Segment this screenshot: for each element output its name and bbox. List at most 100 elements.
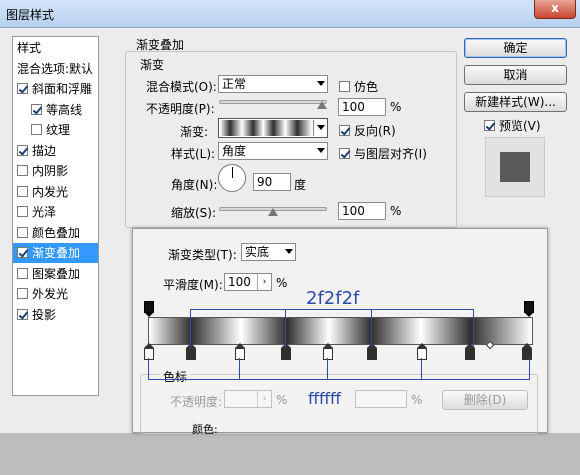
sidebar-item-label: 内阴影 <box>32 164 69 178</box>
scale-input[interactable]: 100 <box>338 202 386 220</box>
location-input[interactable] <box>355 390 407 408</box>
scale-slider-thumb[interactable] <box>268 208 278 216</box>
color-label: 颜色: <box>192 423 218 436</box>
sidebar-item-label: 光泽 <box>32 205 57 219</box>
stop-opacity-unit: % <box>276 393 288 407</box>
sidebar-item-label: 图案叠加 <box>32 266 81 281</box>
bottom-strip <box>0 433 580 475</box>
align-checkbox[interactable] <box>339 148 350 159</box>
sidebar-item-checkbox[interactable] <box>17 185 28 197</box>
smoothness-unit: % <box>276 276 288 290</box>
preview-option[interactable]: 预览(V) <box>484 117 541 134</box>
gradient-picker[interactable] <box>218 118 328 138</box>
opacity-input[interactable]: 100 <box>338 98 386 116</box>
sidebar-item-checkbox[interactable] <box>17 165 28 176</box>
new-style-button[interactable]: 新建样式(W)... <box>464 92 567 112</box>
reverse-option[interactable]: 反向(R) <box>339 122 396 139</box>
gradient-type-select[interactable]: 实底 <box>241 243 296 261</box>
color-stop[interactable] <box>144 343 154 360</box>
stepper-arrow-icon[interactable]: › <box>257 274 271 290</box>
sidebar-item-label: 渐变叠加 <box>32 246 81 260</box>
color-stop[interactable] <box>367 343 377 360</box>
sidebar-item[interactable]: 投影 <box>13 305 98 325</box>
annotation-line-light <box>148 358 149 380</box>
annotation-line-light <box>148 379 530 380</box>
color-stop[interactable] <box>417 343 427 360</box>
stop-opacity-input[interactable]: › <box>224 390 272 408</box>
annotation-line-dark <box>190 309 474 310</box>
opacity-label: 不透明度(P): <box>146 102 215 116</box>
sidebar-item[interactable]: 样式 <box>13 38 98 58</box>
sidebar-item-checkbox[interactable] <box>17 247 28 258</box>
chevron-down-icon <box>285 249 293 254</box>
ok-button[interactable]: 确定 <box>464 38 567 58</box>
cancel-button[interactable]: 取消 <box>464 65 567 85</box>
align-option[interactable]: 与图层对齐(I) <box>339 145 427 162</box>
annotation-line-light <box>239 358 240 380</box>
angle-input[interactable]: 90 <box>253 173 291 191</box>
opacity-slider-thumb[interactable] <box>317 101 327 109</box>
sidebar-item-checkbox[interactable] <box>17 226 28 238</box>
sidebar-item-label: 斜面和浮雕 <box>32 82 93 96</box>
sidebar-item-checkbox[interactable] <box>17 288 28 299</box>
sidebar-item-checkbox[interactable] <box>31 103 42 115</box>
location-unit: % <box>411 393 423 407</box>
sidebar-item[interactable]: 纹理 <box>13 120 98 140</box>
annotation-line-dark <box>285 309 286 347</box>
sidebar-item-checkbox[interactable] <box>31 124 42 135</box>
window-title: 图层样式 <box>6 8 55 22</box>
sidebar-item-label: 纹理 <box>46 123 71 137</box>
sidebar-item-checkbox[interactable] <box>17 83 28 94</box>
sidebar-item-checkbox[interactable] <box>17 144 28 156</box>
gradient-bar[interactable] <box>148 317 533 345</box>
delete-button[interactable]: 删除(D) <box>442 390 528 410</box>
sidebar-item[interactable]: 渐变叠加 <box>13 243 98 263</box>
annotation-line-dark <box>190 309 191 347</box>
sidebar-item[interactable]: 混合选项:默认 <box>13 59 98 79</box>
sidebar-item[interactable]: 图案叠加 <box>13 264 98 284</box>
smoothness-label: 平滑度(M): <box>163 278 223 292</box>
sidebar-item-checkbox[interactable] <box>17 308 28 320</box>
color-stop[interactable] <box>323 343 333 360</box>
sidebar-item[interactable]: 光泽 <box>13 202 98 222</box>
color-stop[interactable] <box>281 343 291 360</box>
sidebar-item[interactable]: 内发光 <box>13 182 98 202</box>
blend-mode-label: 混合模式(O): <box>146 80 217 94</box>
opacity-slider[interactable] <box>219 100 327 104</box>
angle-dial[interactable] <box>218 164 246 192</box>
sidebar-item[interactable]: 颜色叠加 <box>13 223 98 243</box>
color-stop[interactable] <box>465 343 475 360</box>
sidebar-item[interactable]: 等高线 <box>13 100 98 120</box>
preview-checkbox[interactable] <box>484 120 495 131</box>
dither-checkbox[interactable] <box>339 81 350 92</box>
annotation-light-color: ffffff <box>308 389 342 408</box>
sidebar-item-label: 样式 <box>17 41 42 55</box>
color-stops-title: 色标 <box>160 368 191 385</box>
scale-label: 缩放(S): <box>171 206 217 220</box>
sidebar-item-checkbox[interactable] <box>17 267 28 279</box>
gradient-dropdown[interactable] <box>313 120 327 136</box>
scale-unit: % <box>390 204 402 218</box>
stop-opacity-label: 不透明度: <box>170 395 223 409</box>
sidebar-item[interactable]: 斜面和浮雕 <box>13 79 98 99</box>
window-titlebar: 图层样式 x <box>0 0 580 28</box>
blend-mode-select[interactable]: 正常 <box>218 75 328 93</box>
stepper-arrow-icon[interactable]: › <box>257 391 271 407</box>
color-stop[interactable] <box>186 343 196 360</box>
dither-option[interactable]: 仿色 <box>339 78 378 95</box>
reverse-checkbox[interactable] <box>339 125 350 136</box>
opacity-stop-right[interactable] <box>524 301 534 317</box>
sidebar-item-label: 描边 <box>32 143 57 158</box>
style-select[interactable]: 角度 <box>218 142 328 160</box>
sidebar-item[interactable]: 内阴影 <box>13 161 98 181</box>
preview-swatch <box>500 152 530 182</box>
opacity-stop-left[interactable] <box>144 301 154 317</box>
sidebar-item-checkbox[interactable] <box>17 206 28 217</box>
color-stop[interactable] <box>235 343 245 360</box>
annotation-line-light <box>421 358 422 380</box>
close-button[interactable]: x <box>534 0 576 19</box>
smoothness-input[interactable]: 100 › <box>224 273 272 291</box>
sidebar-item[interactable]: 外发光 <box>13 284 98 304</box>
color-stop-selected[interactable] <box>522 343 532 360</box>
sidebar-item[interactable]: 描边 <box>13 141 98 161</box>
